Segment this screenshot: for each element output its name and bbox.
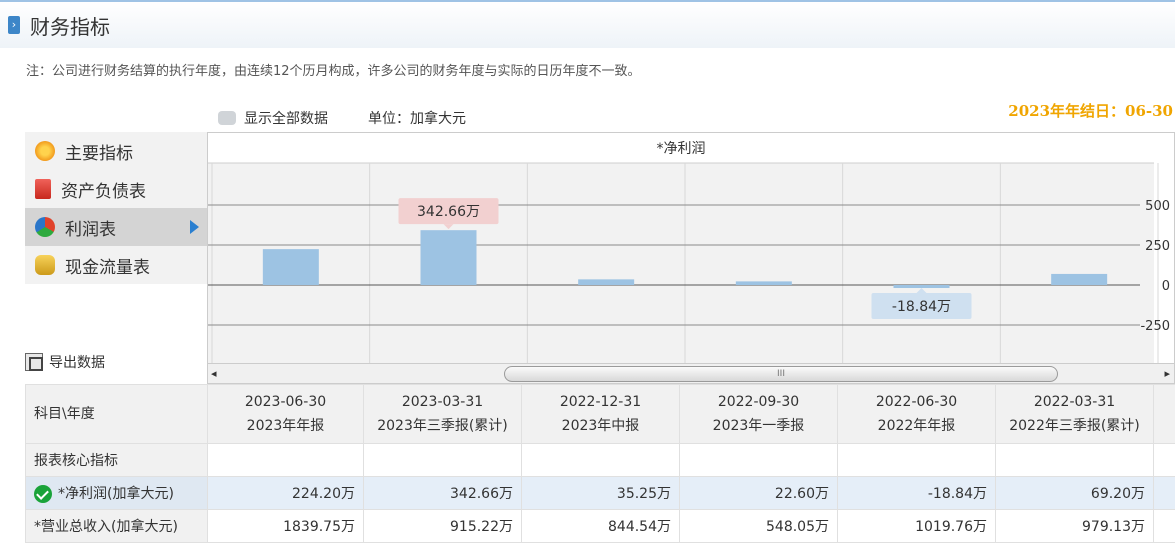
- chart-title: *净利润: [657, 141, 706, 157]
- bar: [262, 249, 319, 285]
- coins-icon: [35, 255, 55, 275]
- table-cell: 915.22万: [363, 509, 522, 543]
- table-row-revenue[interactable]: *营业总收入(加拿大元) 1839.75万 915.22万 844.54万 54…: [25, 509, 1175, 543]
- table-header-row: 科目\年度 2023-06-30 2023年年报 2023-03-31 2023年三…: [25, 384, 1175, 444]
- table-cell: 1019.76万: [837, 509, 996, 543]
- row-label[interactable]: *营业总收入(加拿大元): [25, 509, 208, 543]
- check-icon: [34, 485, 52, 503]
- column-header: 2022-03-31 2022年三季报(累计): [995, 384, 1154, 444]
- unit-label: 单位：加拿大元: [368, 111, 466, 127]
- column-period: 2022年年报: [877, 418, 956, 434]
- sidebar-item-label: 利润表: [65, 219, 116, 240]
- column-header: 2023-03-31 2023年三季报(累计): [363, 384, 522, 444]
- sidebar-item-label: 资产负债表: [61, 181, 146, 202]
- sidebar-item-label: 主要指标: [65, 143, 133, 164]
- bar: [420, 230, 477, 285]
- table-cell: -18.84万: [837, 476, 996, 510]
- chart-scrollbar[interactable]: ◂ III ▸: [208, 363, 1174, 383]
- column-header: 2022-09-30 2023年一季报: [679, 384, 838, 444]
- scroll-thumb[interactable]: III: [504, 366, 1058, 382]
- column-date: 2022-09-30: [717, 394, 800, 410]
- fiscal-note: 注：公司进行财务结算的执行年度，由连续12个历月构成，许多公司的财务年度与实际的…: [26, 64, 641, 79]
- table-cell: 22.60万: [679, 476, 838, 510]
- table-cell: 224.20万: [207, 476, 364, 510]
- column-period: 2023年一季报: [712, 418, 805, 434]
- y-tick-label: 500: [1145, 199, 1170, 214]
- bar: [893, 285, 950, 289]
- table-cell: 35.25万: [521, 476, 680, 510]
- plot-background: [208, 163, 1154, 363]
- sidebar-item-cash-flow[interactable]: 现金流量表: [25, 246, 207, 284]
- show-all-data-label[interactable]: 显示全部数据: [244, 108, 328, 128]
- financial-table: 科目\年度 2023-06-30 2023年年报 2023-03-31 2023年三…: [25, 384, 1175, 543]
- row-label-text[interactable]: *净利润(加拿大元): [58, 486, 174, 502]
- bar: [578, 279, 635, 285]
- table-cell: 342.66万: [363, 476, 522, 510]
- sidebar-item-main-indicators[interactable]: 主要指标: [25, 132, 207, 170]
- export-data-button[interactable]: 导出数据: [25, 352, 105, 372]
- scroll-left-icon[interactable]: ◂: [211, 367, 217, 380]
- table-cell: 548.05万: [679, 509, 838, 543]
- sidebar-item-income-statement[interactable]: 利润表: [25, 208, 207, 246]
- column-date: 2022-03-31: [1033, 394, 1116, 410]
- table-corner-cell: 科目\年度: [25, 384, 208, 444]
- fiscal-year-end: 2023年年结日：06-30: [1008, 102, 1173, 120]
- column-period: 2023年三季报(累计): [377, 418, 508, 434]
- statement-sidebar: 主要指标 资产负债表 利润表 现金流量表: [25, 132, 207, 284]
- table-cell: 979.13万: [995, 509, 1154, 543]
- column-date: 2023-06-30: [244, 394, 327, 410]
- column-header: 2023-06-30 2023年年报: [207, 384, 364, 444]
- column-header: 2022-06-30 2022年年报: [837, 384, 996, 444]
- section-marker-icon: ›: [8, 16, 20, 34]
- pie-chart-icon: [35, 217, 55, 237]
- active-arrow-icon: [190, 220, 199, 234]
- page-header: › 财务指标: [0, 0, 1175, 48]
- table-section-row: 报表核心指标: [25, 443, 1175, 477]
- export-icon[interactable]: [25, 353, 43, 371]
- column-period: 2023年年报: [246, 418, 325, 434]
- bar: [1051, 273, 1108, 285]
- flower-icon: [35, 141, 55, 161]
- show-all-data-toggle[interactable]: 显示全部数据: [218, 108, 328, 128]
- y-tick-label: 250: [1145, 239, 1170, 254]
- table-spacer-cell: [1153, 384, 1175, 444]
- y-tick-label: 0: [1162, 279, 1170, 294]
- section-label: 报表核心指标: [25, 443, 208, 477]
- table-cell: 69.20万: [995, 476, 1154, 510]
- sidebar-item-label: 现金流量表: [65, 257, 150, 278]
- column-header: 2022-12-31 2023年中报: [521, 384, 680, 444]
- bar-tooltip-label: 342.66万: [417, 204, 480, 220]
- table-cell: 844.54万: [521, 509, 680, 543]
- y-tick-label: -250: [1140, 319, 1170, 334]
- column-date: 2022-12-31: [559, 394, 642, 410]
- bar: [735, 281, 792, 285]
- column-date: 2022-06-30: [875, 394, 958, 410]
- page-title: 财务指标: [30, 15, 110, 39]
- document-icon: [35, 179, 51, 199]
- toggle-icon[interactable]: [218, 111, 236, 125]
- row-label[interactable]: *净利润(加拿大元): [25, 476, 208, 510]
- bar-tooltip-label: -18.84万: [892, 299, 951, 315]
- scroll-right-icon[interactable]: ▸: [1164, 367, 1170, 380]
- net-profit-chart: *净利润 500 250 0 -250 342.66万 -18.84万 ◂ III ▸: [207, 132, 1175, 384]
- column-date: 2023-03-31: [401, 394, 484, 410]
- column-period: 2022年三季报(累计): [1009, 418, 1140, 434]
- table-row-net-profit[interactable]: *净利润(加拿大元) 224.20万 342.66万 35.25万 22.60万…: [25, 476, 1175, 510]
- export-label[interactable]: 导出数据: [49, 352, 105, 372]
- sidebar-item-balance-sheet[interactable]: 资产负债表: [25, 170, 207, 208]
- chart-canvas: *净利润 500 250 0 -250 342.66万 -18.84万: [208, 133, 1170, 363]
- table-cell: 1839.75万: [207, 509, 364, 543]
- column-period: 2023年中报: [561, 418, 640, 434]
